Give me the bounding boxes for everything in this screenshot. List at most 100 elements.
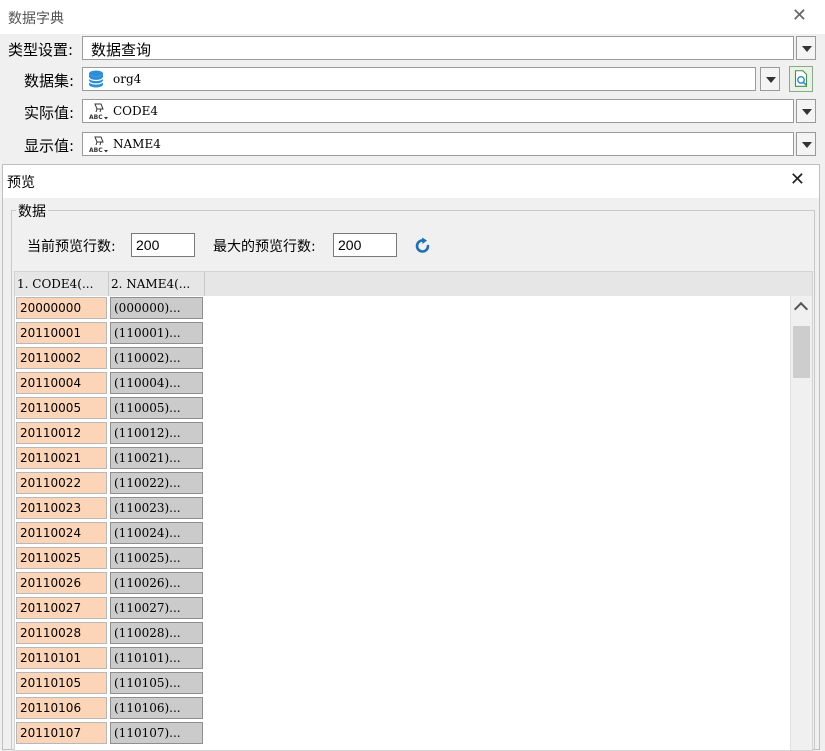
code-cell[interactable]: 20110105 xyxy=(16,672,107,694)
scroll-up-icon[interactable] xyxy=(793,301,809,317)
table-row: 20110023 (110023)... xyxy=(15,496,215,521)
name-cell[interactable]: (110012)... xyxy=(110,422,203,444)
name-cell[interactable]: (110106)... xyxy=(110,697,203,719)
column-header-code[interactable]: 1. CODE4(... xyxy=(15,272,109,296)
code-cell[interactable]: 20110023 xyxy=(16,497,107,519)
code-cell[interactable]: 20110024 xyxy=(16,522,107,544)
preview-close-icon[interactable]: ✕ xyxy=(790,169,805,190)
table-row: 20110021 (110021)... xyxy=(15,446,215,471)
column-header-name[interactable]: 2. NAME4(... xyxy=(109,272,205,296)
display-value: NAME4 xyxy=(113,137,161,151)
table-row: 20110022 (110022)... xyxy=(15,471,215,496)
code-cell[interactable]: 20110004 xyxy=(16,372,107,394)
code-cell[interactable]: 20110106 xyxy=(16,697,107,719)
display-value-dropdown-button[interactable] xyxy=(796,132,816,156)
code-cell[interactable]: 20110107 xyxy=(16,722,107,744)
code-cell[interactable]: 20110021 xyxy=(16,447,107,469)
type-dropdown-button[interactable] xyxy=(796,36,816,60)
table-row: 20110106 (110106)... xyxy=(15,696,215,721)
actual-value-label: 实际值: xyxy=(24,104,75,122)
refresh-icon[interactable] xyxy=(413,236,433,256)
dataset-label: 数据集: xyxy=(24,72,75,90)
preview-title: 预览 xyxy=(7,175,35,191)
type-row: 类型设置: 数据查询 xyxy=(0,36,825,62)
dataset-dropdown-button[interactable] xyxy=(760,67,780,91)
table-row: 20110024 (110024)... xyxy=(15,521,215,546)
table-row: 20110101 (110101)... xyxy=(15,646,215,671)
code-cell[interactable]: 20110025 xyxy=(16,547,107,569)
type-label: 类型设置: xyxy=(8,41,74,59)
current-rows-input[interactable] xyxy=(131,233,195,257)
name-cell[interactable]: (110004)... xyxy=(110,372,203,394)
current-rows-label: 当前预览行数: xyxy=(27,239,116,255)
table-row: 20110027 (110027)... xyxy=(15,596,215,621)
svg-text:ABC: ABC xyxy=(89,147,103,154)
table-row: 20110105 (110105)... xyxy=(15,671,215,696)
code-cell[interactable]: 20110027 xyxy=(16,597,107,619)
dialog-titlebar: 数据字典 ✕ xyxy=(0,0,825,34)
name-cell[interactable]: (110025)... xyxy=(110,547,203,569)
grid-header: 1. CODE4(... 2. NAME4(... xyxy=(15,272,812,296)
display-value-label: 显示值: xyxy=(24,137,75,155)
grid-body: 20000000 (000000)... 20110001 (110001)... 20… xyxy=(15,296,791,750)
svg-text:ABC: ABC xyxy=(89,114,103,121)
name-cell[interactable]: (110026)... xyxy=(110,572,203,594)
type-select[interactable]: 数据查询 xyxy=(82,36,794,60)
display-value-row: 显示值: ABC NAME4 xyxy=(0,132,825,158)
type-value: 数据查询 xyxy=(91,41,152,59)
code-cell[interactable]: 20000000 xyxy=(16,297,107,319)
actual-value-dropdown-button[interactable] xyxy=(796,99,816,123)
name-cell[interactable]: (110107)... xyxy=(110,722,203,744)
scroll-thumb[interactable] xyxy=(793,326,810,378)
code-cell[interactable]: 20110022 xyxy=(16,472,107,494)
table-row: 20110002 (110002)... xyxy=(15,346,215,371)
table-row: 20110025 (110025)... xyxy=(15,546,215,571)
abc-field-icon: ABC xyxy=(89,103,108,121)
code-cell[interactable]: 20110028 xyxy=(16,622,107,644)
dialog-close-icon[interactable]: ✕ xyxy=(792,5,807,26)
code-cell[interactable]: 20110001 xyxy=(16,322,107,344)
name-cell[interactable]: (110022)... xyxy=(110,472,203,494)
dataset-row: 数据集: org4 xyxy=(0,66,825,93)
actual-value-select[interactable]: ABC CODE4 xyxy=(82,99,794,123)
name-cell[interactable]: (000000)... xyxy=(110,297,203,319)
table-row: 20000000 (000000)... xyxy=(15,296,215,321)
table-row: 20110004 (110004)... xyxy=(15,371,215,396)
dataset-select[interactable]: org4 xyxy=(82,67,756,91)
code-cell[interactable]: 20110005 xyxy=(16,397,107,419)
preview-search-icon xyxy=(794,70,808,87)
actual-value: CODE4 xyxy=(113,104,159,118)
display-value-select[interactable]: ABC NAME4 xyxy=(82,132,794,156)
name-cell[interactable]: (110101)... xyxy=(110,647,203,669)
database-icon xyxy=(88,70,104,88)
table-row: 20110005 (110005)... xyxy=(15,396,215,421)
code-cell[interactable]: 20110002 xyxy=(16,347,107,369)
table-row: 20110026 (110026)... xyxy=(15,571,215,596)
name-cell[interactable]: (110021)... xyxy=(110,447,203,469)
name-cell[interactable]: (110023)... xyxy=(110,497,203,519)
name-cell[interactable]: (110027)... xyxy=(110,597,203,619)
name-cell[interactable]: (110024)... xyxy=(110,522,203,544)
name-cell[interactable]: (110005)... xyxy=(110,397,203,419)
code-cell[interactable]: 20110101 xyxy=(16,647,107,669)
data-group-label: 数据 xyxy=(16,201,48,221)
vertical-scrollbar[interactable] xyxy=(790,296,812,750)
table-row: 20110012 (110012)... xyxy=(15,421,215,446)
code-cell[interactable]: 20110012 xyxy=(16,422,107,444)
dataset-preview-button[interactable] xyxy=(789,66,813,92)
table-row: 20110001 (110001)... xyxy=(15,321,215,346)
preview-window: 预览 ✕ 数据 当前预览行数: 最大的预览行数: 1. CODE4(... 2.… xyxy=(2,164,820,751)
preview-titlebar: 预览 ✕ xyxy=(3,165,819,198)
max-rows-input[interactable] xyxy=(333,233,397,257)
code-cell[interactable]: 20110026 xyxy=(16,572,107,594)
name-cell[interactable]: (110105)... xyxy=(110,672,203,694)
abc-field-icon: ABC xyxy=(89,136,108,154)
name-cell[interactable]: (110002)... xyxy=(110,347,203,369)
table-row: 20110107 (110107)... xyxy=(15,721,215,746)
name-cell[interactable]: (110001)... xyxy=(110,322,203,344)
dataset-value: org4 xyxy=(113,72,142,86)
dialog-title: 数据字典 xyxy=(8,11,64,27)
preview-grid: 1. CODE4(... 2. NAME4(... 20000000 (00000… xyxy=(14,271,813,751)
max-rows-label: 最大的预览行数: xyxy=(213,239,316,255)
name-cell[interactable]: (110028)... xyxy=(110,622,203,644)
